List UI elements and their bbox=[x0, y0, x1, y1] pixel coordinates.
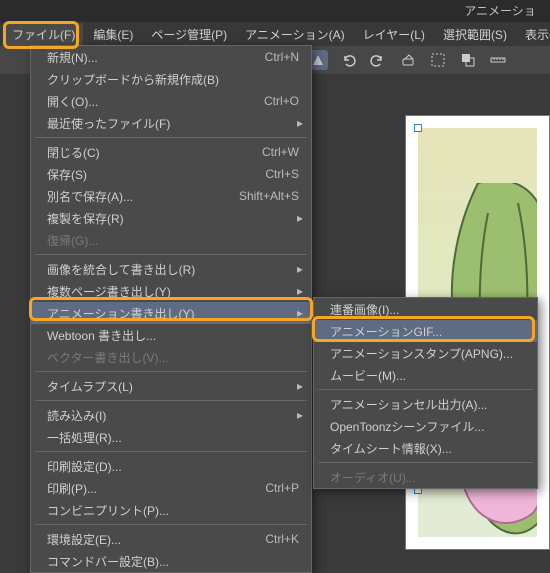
file-menu-dropdown: 新規(N)...Ctrl+N クリップボードから新規作成(B) 開く(O)...… bbox=[30, 45, 312, 573]
menu-item-multi-page-export[interactable]: 複数ページ書き出し(Y)▸ bbox=[31, 280, 311, 302]
menu-item-new-from-clipboard[interactable]: クリップボードから新規作成(B) bbox=[31, 68, 311, 90]
menu-item-timelapse[interactable]: タイムラプス(L)▸ bbox=[31, 375, 311, 397]
submenu-opentoonz[interactable]: OpenToonzシーンファイル... bbox=[314, 415, 537, 437]
menu-item-new[interactable]: 新規(N)...Ctrl+N bbox=[31, 46, 311, 68]
menu-separator bbox=[35, 137, 307, 138]
menu-file[interactable]: ファイル(F) bbox=[4, 23, 83, 46]
menu-item-animation-export[interactable]: アニメーション書き出し(Y)▸ bbox=[31, 302, 311, 324]
menu-item-batch[interactable]: 一括処理(R)... bbox=[31, 426, 311, 448]
menu-item-print[interactable]: 印刷(P)...Ctrl+P bbox=[31, 477, 311, 499]
menu-separator bbox=[318, 389, 533, 390]
menu-layer[interactable]: レイヤー(L) bbox=[355, 23, 433, 46]
ruler-icon[interactable] bbox=[488, 50, 508, 70]
menu-separator bbox=[318, 462, 533, 463]
menu-item-webtoon-export[interactable]: Webtoon 書き出し... bbox=[31, 324, 311, 346]
menu-item-revert: 復帰(G)... bbox=[31, 229, 311, 251]
menu-bar: ファイル(F) 編集(E) ページ管理(P) アニメーション(A) レイヤー(L… bbox=[0, 22, 550, 46]
chevron-right-icon: ▸ bbox=[297, 408, 303, 422]
menu-item-open[interactable]: 開く(O)...Ctrl+O bbox=[31, 90, 311, 112]
menu-separator bbox=[35, 371, 307, 372]
undo-icon[interactable] bbox=[338, 50, 358, 70]
chevron-right-icon: ▸ bbox=[297, 262, 303, 276]
menu-separator bbox=[35, 254, 307, 255]
submenu-audio: オーディオ(U)... bbox=[314, 466, 537, 488]
animation-export-submenu: 連番画像(I)... アニメーションGIF... アニメーションスタンプ(APN… bbox=[313, 297, 538, 489]
submenu-movie[interactable]: ムービー(M)... bbox=[314, 364, 537, 386]
marquee-icon[interactable] bbox=[428, 50, 448, 70]
chevron-right-icon: ▸ bbox=[297, 284, 303, 298]
menu-animation[interactable]: アニメーション(A) bbox=[237, 23, 353, 46]
menu-edit[interactable]: 編集(E) bbox=[85, 23, 141, 46]
menu-item-import[interactable]: 読み込み(I)▸ bbox=[31, 404, 311, 426]
chevron-right-icon: ▸ bbox=[297, 211, 303, 225]
menu-item-save[interactable]: 保存(S)Ctrl+S bbox=[31, 163, 311, 185]
chevron-right-icon: ▸ bbox=[297, 379, 303, 393]
menu-item-save-as[interactable]: 別名で保存(A)...Shift+Alt+S bbox=[31, 185, 311, 207]
chevron-right-icon: ▸ bbox=[297, 116, 303, 130]
redo-icon[interactable] bbox=[368, 50, 388, 70]
menu-view[interactable]: 表示(V) bbox=[517, 23, 550, 46]
selection-handle[interactable] bbox=[414, 124, 422, 132]
window-title: アニメーショ bbox=[0, 0, 550, 22]
menu-item-flatten-export[interactable]: 画像を統合して書き出し(R)▸ bbox=[31, 258, 311, 280]
menu-separator bbox=[35, 451, 307, 452]
chevron-right-icon: ▸ bbox=[297, 306, 303, 320]
menu-item-print-settings[interactable]: 印刷設定(D)... bbox=[31, 455, 311, 477]
menu-page[interactable]: ページ管理(P) bbox=[143, 23, 235, 46]
menu-item-close[interactable]: 閉じる(C)Ctrl+W bbox=[31, 141, 311, 163]
menu-item-commandbar-settings[interactable]: コマンドバー設定(B)... bbox=[31, 550, 311, 572]
submenu-sequence-images[interactable]: 連番画像(I)... bbox=[314, 298, 537, 320]
invert-icon[interactable] bbox=[458, 50, 478, 70]
submenu-apng[interactable]: アニメーションスタンプ(APNG)... bbox=[314, 342, 537, 364]
submenu-timesheet[interactable]: タイムシート情報(X)... bbox=[314, 437, 537, 459]
submenu-animated-gif[interactable]: アニメーションGIF... bbox=[314, 320, 537, 342]
menu-item-preferences[interactable]: 環境設定(E)...Ctrl+K bbox=[31, 528, 311, 550]
menu-separator bbox=[35, 400, 307, 401]
menu-select[interactable]: 選択範囲(S) bbox=[435, 23, 515, 46]
erase-icon[interactable] bbox=[398, 50, 418, 70]
submenu-animation-cel[interactable]: アニメーションセル出力(A)... bbox=[314, 393, 537, 415]
menu-item-save-duplicate[interactable]: 複製を保存(R)▸ bbox=[31, 207, 311, 229]
menu-item-vector-export: ベクター書き出し(V)... bbox=[31, 346, 311, 368]
menu-item-recent[interactable]: 最近使ったファイル(F)▸ bbox=[31, 112, 311, 134]
menu-item-convenience-print[interactable]: コンビニプリント(P)... bbox=[31, 499, 311, 521]
menu-separator bbox=[35, 524, 307, 525]
